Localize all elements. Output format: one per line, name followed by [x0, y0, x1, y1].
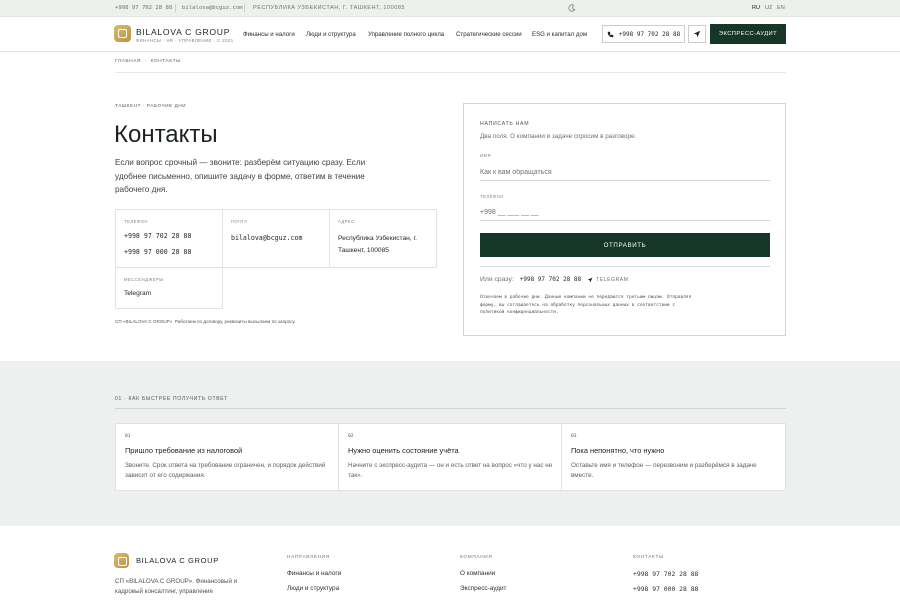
card-text: Начните с экспресс-аудита — он и есть от…: [348, 462, 553, 480]
logo-icon[interactable]: [114, 25, 131, 42]
nav-management[interactable]: Управление полного цикла: [368, 31, 444, 38]
breadcrumb-divider: [115, 72, 786, 73]
nav-strategy[interactable]: Стратегические сессии: [456, 31, 522, 38]
topbar-email[interactable]: bilalova@bcguz.com: [182, 5, 243, 11]
contact-telegram[interactable]: Telegram: [124, 290, 151, 297]
card-title: Пока непонятно, что нужно: [571, 446, 665, 455]
top-bar: +998 97 702 28 88 bilalova@bcguz.com РЕС…: [0, 0, 900, 17]
express-audit-button[interactable]: ЭКСПРЕСС-АУДИТ: [710, 24, 786, 44]
legal-note: СП «BILALOVA C GROUP». Работаем по догов…: [115, 319, 296, 324]
contact-messenger-cell: МЕССЕНДЖЕРЫ Telegram: [115, 267, 223, 309]
phone-label: ТЕЛЕФОН: [480, 194, 504, 199]
contact-form: НАПИСАТЬ НАМ Два поля. О компании и зада…: [463, 103, 786, 336]
contact-grid: ТЕЛЕФОН +998 97 702 28 88 +998 97 000 28…: [115, 209, 437, 309]
breadcrumb-separator: ·: [142, 59, 149, 64]
header-phone-button[interactable]: +998 97 702 28 88: [602, 25, 685, 43]
contact-email-cell: ПОЧТА bilalova@bcguz.com: [222, 209, 330, 268]
faster-section-title: 01 · КАК БЫСТРЕЕ ПОЛУЧИТЬ ОТВЕТ: [115, 396, 229, 402]
card-title: Пришло требование из налоговой: [125, 446, 243, 455]
contact-messenger-label: МЕССЕНДЖЕРЫ: [124, 277, 164, 282]
navigation-arrow-icon: [693, 30, 701, 38]
form-divider: [480, 266, 770, 267]
faster-card: 01 Пришло требование из налоговой Звонит…: [115, 423, 339, 491]
footer-link-audit[interactable]: Экспресс-аудит: [460, 585, 506, 592]
contact-address-cell: АДРЕС Республика Узбекистан, г. Ташкент,…: [329, 209, 437, 268]
privacy-note: Отвечаем в рабочие дни. Данные компании …: [480, 295, 692, 316]
footer-link-people[interactable]: Люди и структура: [287, 585, 339, 592]
phone-input[interactable]: [480, 204, 770, 221]
nav-people[interactable]: Люди и структура: [306, 31, 356, 38]
card-text: Звоните. Срок ответа на требование огран…: [125, 462, 326, 480]
telegram-icon: [587, 277, 593, 282]
contact-address-label: АДРЕС: [338, 219, 355, 224]
lang-en[interactable]: EN: [777, 5, 785, 11]
contact-phone-1[interactable]: +998 97 702 28 88: [124, 232, 192, 240]
card-title: Нужно оценить состояние учёта: [348, 446, 459, 455]
alt-contact-label: Или сразу:: [480, 276, 514, 283]
contact-address: Республика Узбекистан, г. Ташкент, 10008…: [338, 235, 417, 254]
footer: BILALOVA C GROUP СП «BILALOVA C GROUP». …: [0, 526, 900, 600]
faster-card: 02 Нужно оценить состояние учёта Начните…: [338, 423, 562, 491]
faster-section-divider: [115, 408, 786, 409]
topbar-address: РЕСПУБЛИКА УЗБЕКИСТАН, Г. ТАШКЕНТ, 10008…: [253, 5, 406, 11]
page-title: Контакты: [114, 121, 218, 148]
brand-name[interactable]: BILALOVA C GROUP: [136, 27, 230, 37]
intro-eyebrow: ТАШКЕНТ · РАБОЧИЕ ДНИ: [115, 103, 187, 108]
topbar-divider: [175, 4, 176, 12]
alt-contact-row: Или сразу: +998 97 702 28 88 TELEGRAM: [480, 276, 628, 283]
alt-telegram-label: TELEGRAM: [596, 276, 629, 283]
card-text: Оставьте имя и телефон — перезвоним и ра…: [571, 462, 757, 480]
footer-phone-2[interactable]: +998 97 000 28 88: [633, 585, 698, 593]
submit-button[interactable]: ОТПРАВИТЬ: [480, 233, 770, 257]
breadcrumb-current: КОНТАКТЫ: [150, 59, 181, 64]
alt-phone-link[interactable]: +998 97 702 28 88: [520, 276, 581, 283]
location-button[interactable]: [688, 25, 706, 43]
footer-phone-1[interactable]: +998 97 702 28 88: [633, 570, 698, 578]
faster-answer-section: 01 · КАК БЫСТРЕЕ ПОЛУЧИТЬ ОТВЕТ 01 Пришл…: [0, 361, 900, 526]
contact-phone-2[interactable]: +998 97 000 28 88: [124, 248, 192, 256]
name-label: ИМЯ: [480, 153, 492, 158]
lang-uz[interactable]: UZ: [765, 5, 772, 11]
faster-card: 03 Пока непонятно, что нужно Оставьте им…: [561, 423, 786, 491]
footer-logo-icon[interactable]: [114, 553, 129, 568]
brand-tagline: ФИНАНСЫ · HR · УПРАВЛЕНИЕ · С 2021: [136, 38, 234, 43]
footer-link-finance[interactable]: Финансы и налоги: [287, 570, 341, 577]
contact-email-label: ПОЧТА: [231, 219, 248, 224]
contact-phone-cell: ТЕЛЕФОН +998 97 702 28 88 +998 97 000 28…: [115, 209, 223, 268]
nav-finance[interactable]: Финансы и налоги: [243, 31, 295, 38]
footer-company-title: КОМПАНИЯ: [460, 554, 493, 559]
contact-phone-label: ТЕЛЕФОН: [124, 219, 148, 224]
moon-icon[interactable]: [568, 4, 576, 14]
form-subtitle: Два поля. О компании и задаче спросим в …: [480, 133, 637, 140]
footer-brand: BILALOVA C GROUP: [136, 556, 219, 565]
name-input[interactable]: [480, 164, 770, 181]
intro-lead: Если вопрос срочный — звоните: разберём …: [115, 158, 366, 194]
footer-description: СП «BILALOVA C GROUP». Финансовый и кадр…: [115, 578, 238, 595]
footer-contacts-title: КОНТАКТЫ: [633, 554, 664, 559]
form-title: НАПИСАТЬ НАМ: [480, 121, 530, 127]
breadcrumb: ГЛАВНАЯ · КОНТАКТЫ: [115, 59, 181, 64]
topbar-phone[interactable]: +998 97 702 28 88: [115, 5, 172, 11]
card-number: 02: [348, 434, 354, 439]
footer-link-about[interactable]: О компании: [460, 570, 495, 577]
card-number: 03: [571, 434, 577, 439]
card-number: 01: [125, 434, 131, 439]
phone-icon: [607, 31, 614, 37]
lang-ru[interactable]: RU: [752, 5, 760, 11]
topbar-divider: [244, 4, 245, 12]
nav-esg[interactable]: ESG и капитал дом: [532, 31, 587, 38]
footer-directions-title: НАПРАВЛЕНИЯ: [287, 554, 330, 559]
alt-telegram-link[interactable]: TELEGRAM: [587, 277, 628, 283]
breadcrumb-home[interactable]: ГЛАВНАЯ: [115, 59, 141, 64]
header-phone-label: +998 97 702 28 88: [618, 30, 681, 38]
contact-email[interactable]: bilalova@bcguz.com: [231, 234, 302, 242]
